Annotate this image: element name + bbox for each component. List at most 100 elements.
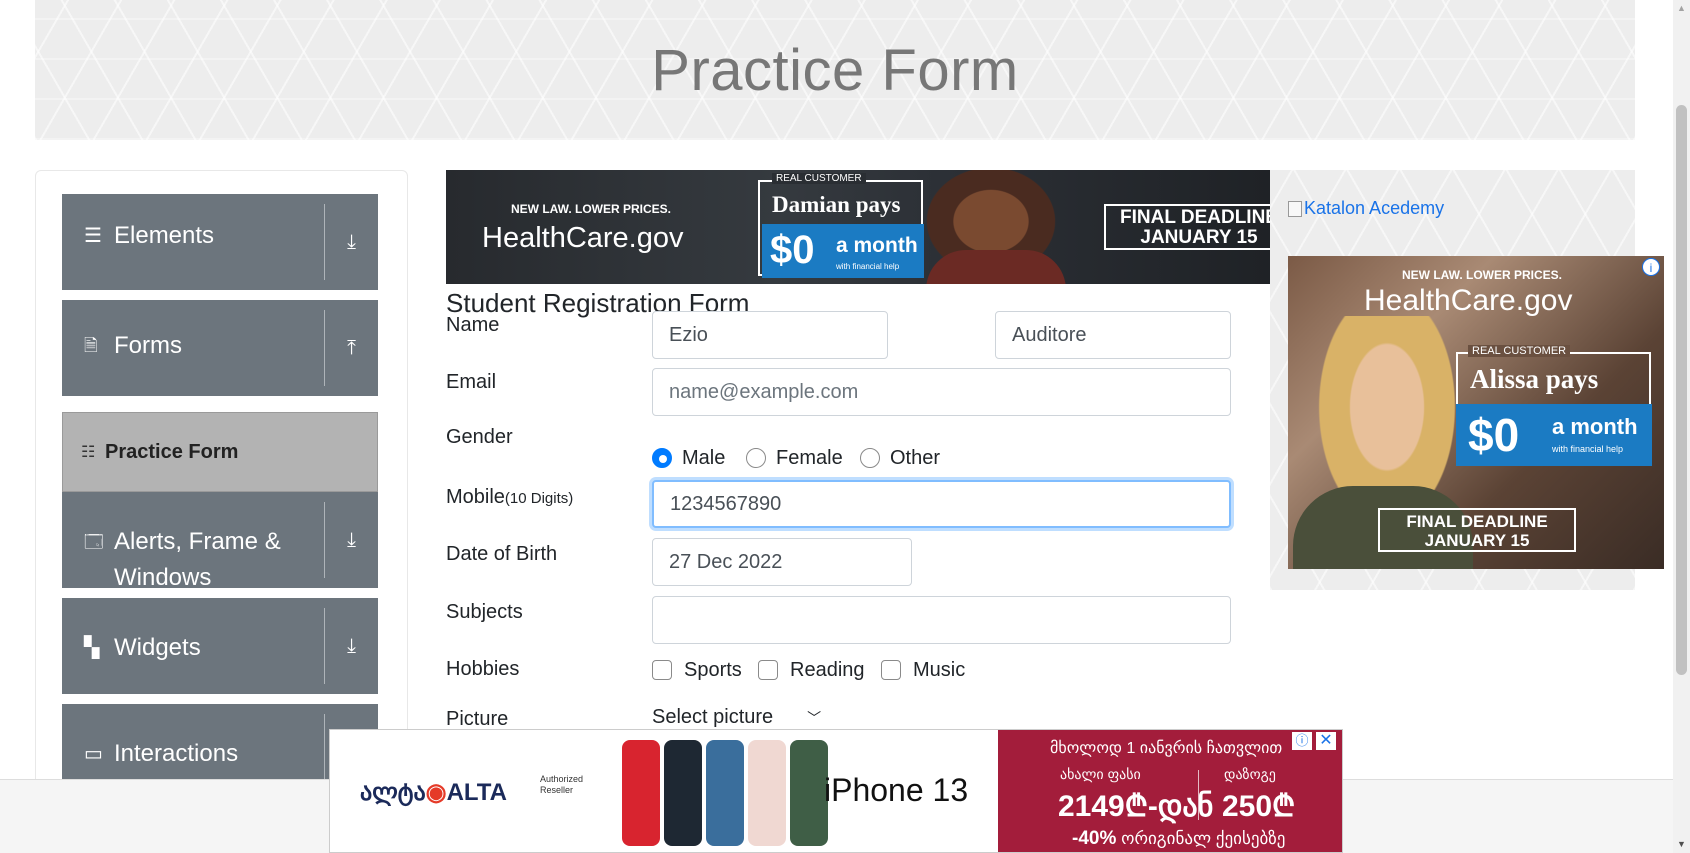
ad-fine-print: with financial help <box>836 262 900 271</box>
page-header-banner: Practice Form <box>35 0 1635 140</box>
ad-price-box: $0 a month with financial help <box>762 224 924 278</box>
ad-info-icon[interactable]: i <box>1642 258 1660 276</box>
widgets-icon: ▚ <box>84 637 100 659</box>
ad-close-icon[interactable]: ✕ <box>1316 732 1336 750</box>
gender-label: Gender <box>446 426 513 448</box>
ad-person-shirt <box>926 250 1066 284</box>
ad-brand: HealthCare.gov <box>1364 284 1573 317</box>
broken-image-icon <box>1288 200 1302 217</box>
upload-arrow-icon[interactable]: ⤒ <box>325 300 378 396</box>
ad-per: a month <box>836 234 918 257</box>
picture-label: Picture <box>446 708 509 730</box>
gender-radio-other[interactable]: Other <box>860 446 940 470</box>
hobbies-label: Hobbies <box>446 658 520 680</box>
radio-icon[interactable] <box>860 448 880 468</box>
interactions-icon: ▭ <box>84 743 103 765</box>
ad-product: iPhone 13 <box>824 772 968 809</box>
ad-tagline: NEW LAW. LOWER PRICES. <box>511 202 672 216</box>
ad-price: 2149₾-დან <box>1058 790 1214 823</box>
first-name-input[interactable]: Ezio <box>652 311 888 359</box>
radio-checked-icon[interactable] <box>652 448 672 468</box>
gender-option-label: Other <box>890 446 941 469</box>
checkbox-icon[interactable] <box>758 660 778 680</box>
download-arrow-icon[interactable]: ⤓ <box>325 492 378 588</box>
scroll-down-arrow-icon[interactable]: ▼ <box>1673 836 1690 853</box>
ad-amount: $0 <box>770 228 815 272</box>
hobby-label: Music <box>913 658 966 681</box>
chevron-down-icon: ﹀ <box>807 709 822 726</box>
gender-option-label: Female <box>776 446 843 469</box>
ad-discount-label: დაზოგე <box>1224 766 1276 782</box>
date-of-birth-input[interactable]: 27 Dec 2022 <box>652 538 912 586</box>
scrollbar-thumb[interactable] <box>1676 105 1687 675</box>
sidebar-group-label: Alerts, Frame & <box>114 528 281 555</box>
checkbox-icon[interactable] <box>881 660 901 680</box>
sidebar-item-label: Practice Form <box>105 440 239 463</box>
sidebar-group-widgets[interactable]: ▚ Widgets ⤓ <box>62 598 378 694</box>
download-arrow-icon[interactable]: ⤓ <box>325 598 378 694</box>
ad-price-box: $0 a month with financial help <box>1456 404 1652 466</box>
ad-deadline: FINAL DEADLINE JANUARY 15 <box>1104 204 1270 250</box>
ad-brand: HealthCare.gov <box>482 222 684 254</box>
subjects-input[interactable] <box>652 596 1231 644</box>
checkbox-icon[interactable] <box>652 660 672 680</box>
ad-person-name: Damian pays <box>772 192 901 217</box>
sidebar-group-elements[interactable]: ☰ Elements ⤓ <box>62 194 378 290</box>
divider <box>1198 770 1199 820</box>
ad-offer-line1: მხოლოდ 1 იანვრის ჩათვლით <box>1050 740 1283 757</box>
sidebar-group-label: Interactions <box>114 740 239 767</box>
vertical-scrollbar[interactable]: ▲ ▼ <box>1673 0 1690 853</box>
ad-save: 250₾ <box>1222 790 1296 823</box>
email-input[interactable]: name@example.com <box>652 368 1231 416</box>
ad-fine-print: with financial help <box>1552 444 1624 454</box>
ad-phones-image <box>622 740 828 846</box>
scroll-up-arrow-icon[interactable]: ▲ <box>1673 0 1690 17</box>
ad-authorized-reseller: Authorized Reseller <box>540 774 600 796</box>
ad-info-icon[interactable]: ⓘ <box>1292 732 1312 750</box>
mobile-hint: (10 Digits) <box>504 490 574 507</box>
top-banner-ad[interactable]: NEW LAW. LOWER PRICES. HealthCare.gov RE… <box>446 170 1270 284</box>
hobby-label: Sports <box>684 658 742 681</box>
ad-per: a month <box>1552 414 1638 439</box>
sidebar-group-alerts[interactable]: 🗔 Alerts, Frame & Windows ⤓ <box>62 492 378 591</box>
ad-alta-georgian: ალტა <box>360 779 426 806</box>
katalon-academy-link[interactable]: Katalon Acedemy <box>1288 198 1444 219</box>
hobby-checkbox-sports[interactable]: Sports <box>652 658 742 682</box>
email-label: Email <box>446 371 497 393</box>
hamburger-icon: ☰ <box>84 225 102 247</box>
mobile-label: Mobile(10 Digits) <box>446 486 573 509</box>
select-picture-button[interactable]: Select picture ﹀ <box>652 706 821 729</box>
side-banner-ad[interactable]: NEW LAW. LOWER PRICES. HealthCare.gov RE… <box>1288 256 1664 569</box>
radio-icon[interactable] <box>746 448 766 468</box>
sidebar-group-forms[interactable]: 🗎 Forms ⤒ <box>62 300 378 396</box>
ad-alta-logo: ალტა◉ALTA <box>360 779 507 806</box>
ad-promo: -40% ორიგინალ ქეისებზე <box>1072 828 1285 850</box>
window-icon: 🗔 <box>84 532 104 552</box>
bottom-banner-ad[interactable]: ალტა◉ALTA Authorized Reseller iPhone 13 … <box>329 729 1343 853</box>
sidebar-group-label-line2: Windows <box>114 564 212 591</box>
sidebar-item-practice-form[interactable]: ☷ Practice Form <box>62 412 378 492</box>
ad-deadline-line1: FINAL DEADLINE <box>1120 207 1270 228</box>
mobile-input[interactable]: 1234567890 <box>652 480 1231 528</box>
hobby-checkbox-music[interactable]: Music <box>881 658 965 682</box>
ad-tagline: NEW LAW. LOWER PRICES. <box>1402 268 1563 282</box>
sidebar-group-label: Forms <box>114 332 182 359</box>
gender-radio-female[interactable]: Female <box>746 446 843 470</box>
last-name-input[interactable]: Auditore <box>995 311 1231 359</box>
ad-deadline-line2: JANUARY 15 <box>1424 531 1530 550</box>
ad-promo-pct: -40% <box>1072 828 1117 849</box>
hobby-label: Reading <box>790 658 865 681</box>
select-picture-label: Select picture <box>652 706 774 728</box>
ad-promo-text: ორიგინალ ქეისებზე <box>1121 829 1286 848</box>
katalon-alt-text[interactable]: Katalon Acedemy <box>1304 198 1444 219</box>
ad-deadline-line2: JANUARY 15 <box>1140 227 1258 248</box>
gender-radio-male[interactable]: Male <box>652 446 725 470</box>
download-arrow-icon[interactable]: ⤓ <box>325 194 378 290</box>
ad-alta-latin: ALTA <box>446 779 507 806</box>
hobby-checkbox-reading[interactable]: Reading <box>758 658 865 682</box>
ad-deadline-line1: FINAL DEADLINE <box>1406 512 1548 531</box>
gender-option-label: Male <box>682 446 726 469</box>
sidebar-group-label: Widgets <box>114 634 201 661</box>
mobile-label-text: Mobile <box>446 486 505 508</box>
ad-amount: $0 <box>1468 409 1520 461</box>
